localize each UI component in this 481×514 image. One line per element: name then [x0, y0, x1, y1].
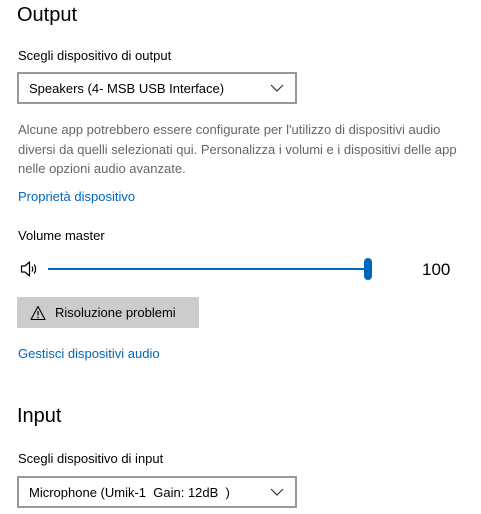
output-section-title: Output — [17, 4, 78, 26]
chevron-down-icon — [269, 80, 285, 96]
troubleshoot-label: Risoluzione problemi — [55, 305, 176, 320]
volume-slider-track[interactable] — [48, 268, 370, 270]
warning-icon — [30, 305, 46, 321]
input-section-title: Input — [17, 405, 62, 427]
input-device-value: Microphone (Umik-1 Gain: 12dB ) — [29, 484, 230, 500]
sound-settings-page: Output Scegli dispositivo di output Spea… — [0, 0, 481, 514]
master-volume-row: 100 — [18, 254, 468, 284]
chevron-down-icon — [269, 484, 285, 500]
speaker-icon[interactable] — [20, 260, 40, 278]
volume-value: 100 — [422, 260, 451, 279]
output-device-label: Scegli dispositivo di output — [18, 48, 172, 63]
master-volume-label: Volume master — [18, 228, 105, 243]
manage-audio-devices-link[interactable]: Gestisci dispositivi audio — [18, 346, 160, 361]
output-device-dropdown[interactable]: Speakers (4- MSB USB Interface) — [17, 72, 297, 104]
output-device-value: Speakers (4- MSB USB Interface) — [29, 80, 225, 96]
troubleshoot-button[interactable]: Risoluzione problemi — [17, 297, 199, 328]
input-device-label: Scegli dispositivo di input — [18, 451, 164, 466]
input-device-dropdown[interactable]: Microphone (Umik-1 Gain: 12dB ) — [17, 476, 297, 508]
volume-slider-thumb[interactable] — [364, 258, 372, 280]
output-description: Alcune app potrebbero essere configurate… — [18, 122, 457, 176]
device-properties-link[interactable]: Proprietà dispositivo — [18, 189, 135, 204]
